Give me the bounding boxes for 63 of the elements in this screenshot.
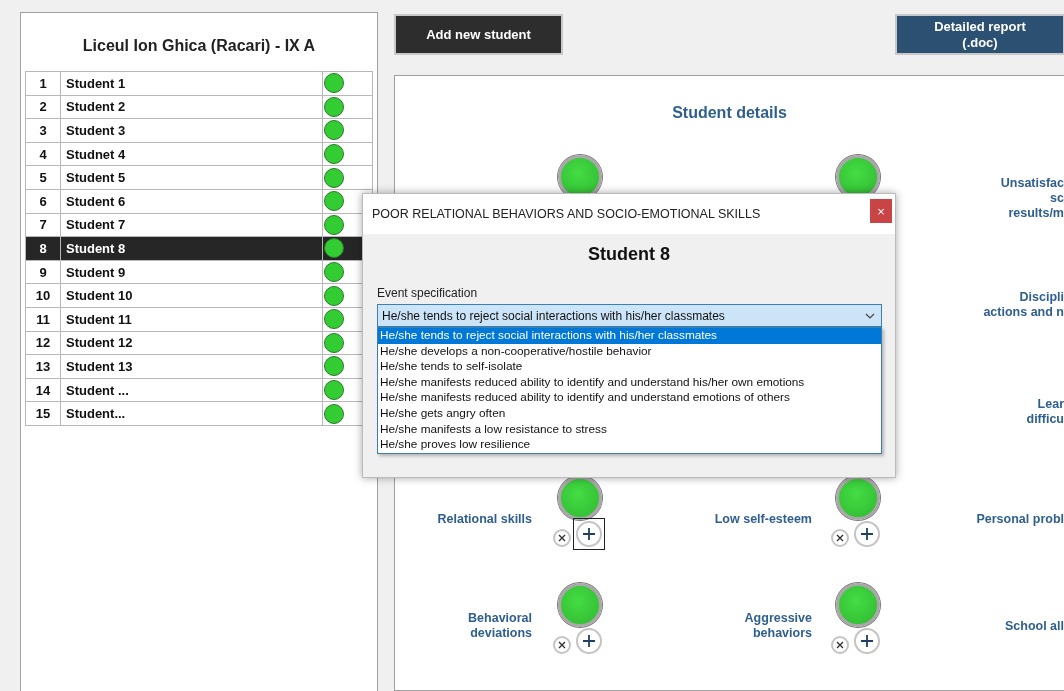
category-label: Personal probl xyxy=(976,511,1064,527)
row-number: 11 xyxy=(26,307,61,332)
status-lamp xyxy=(558,476,602,520)
student-row[interactable]: 3 Student 3 xyxy=(26,119,373,143)
category-label: Low self-esteem xyxy=(714,511,812,527)
remove-button[interactable] xyxy=(552,636,571,654)
details-title: Student details xyxy=(672,104,787,122)
remove-button[interactable] xyxy=(552,529,571,547)
row-number: 3 xyxy=(26,119,61,143)
student-row[interactable]: 1 Student 1 xyxy=(26,72,373,96)
status-lamp xyxy=(558,583,602,627)
report-button[interactable]: Detailed report (.doc) xyxy=(895,14,1064,55)
student-heading: Student 8 xyxy=(588,244,670,265)
student-name: Student 8 xyxy=(61,237,323,261)
plus-icon xyxy=(860,528,873,540)
plus-icon xyxy=(860,635,873,647)
chevron-icon xyxy=(865,312,875,319)
student-name: Student 3 xyxy=(61,119,323,143)
dropdown-option[interactable]: He/she tends to self-isolate xyxy=(378,359,881,375)
category-label: Aggressive behaviors xyxy=(744,611,812,641)
close-button[interactable]: × xyxy=(870,199,892,223)
remove-button[interactable] xyxy=(830,636,849,654)
event-dropdown[interactable]: He/she tends to reject social interactions with his/her classmates xyxy=(377,304,882,327)
category-label: Relational skills xyxy=(437,511,532,527)
student-name: Student 5 xyxy=(61,166,323,190)
add-student-button[interactable]: Add new student xyxy=(394,14,563,55)
category-label: School all xyxy=(1004,618,1064,634)
row-number: 5 xyxy=(26,166,61,190)
close-icon xyxy=(835,641,844,649)
close-icon xyxy=(835,534,844,542)
student-name: Student... xyxy=(61,402,323,426)
close-icon xyxy=(557,641,566,649)
dropdown-option[interactable]: He/she proves low resilience xyxy=(378,437,881,453)
close-icon xyxy=(557,534,566,542)
student-row[interactable]: 5 Student 5 xyxy=(26,166,373,190)
plus-icon xyxy=(582,528,595,540)
category-label: Unsatisfac sc results/m xyxy=(1000,175,1064,221)
student-name: Student 1 xyxy=(61,72,323,96)
student-row[interactable]: 2 Student 2 xyxy=(26,95,373,120)
dropdown-option[interactable]: He/she manifests reduced ability to identify and understand emotions of others xyxy=(378,390,881,406)
row-number: 8 xyxy=(26,237,61,261)
row-number: 10 xyxy=(26,284,61,308)
category-label: Lear difficu xyxy=(1026,397,1064,427)
student-row[interactable]: 4 Studnet 4 xyxy=(26,142,373,167)
add-button[interactable] xyxy=(572,518,605,550)
student-name: Student 6 xyxy=(61,189,323,214)
field-label: Event specification xyxy=(377,286,478,300)
student-name: Student 10 xyxy=(61,284,323,308)
plus-icon xyxy=(582,635,595,647)
category-label: Discipli actions and n xyxy=(983,290,1064,320)
student-name: Student 13 xyxy=(61,355,323,379)
class-title: Liceul Ion Ghica (Racari) - IX A xyxy=(82,37,316,55)
status-lamp xyxy=(836,476,880,520)
remove-button[interactable] xyxy=(830,529,849,547)
row-number: 6 xyxy=(26,189,61,214)
row-number: 1 xyxy=(26,72,61,96)
row-number: 15 xyxy=(26,402,61,426)
dropdown-option[interactable]: He/she tends to reject social interactions with his/her classmates xyxy=(378,328,881,344)
category-label: Behavioral deviations xyxy=(468,611,532,641)
dialog-title: POOR RELATIONAL BEHAVIORS AND SOCIO-EMOTIONAL SKILLS xyxy=(372,207,761,221)
student-name: Student 11 xyxy=(61,307,323,332)
row-number: 13 xyxy=(26,355,61,379)
status-lamp xyxy=(836,583,880,627)
